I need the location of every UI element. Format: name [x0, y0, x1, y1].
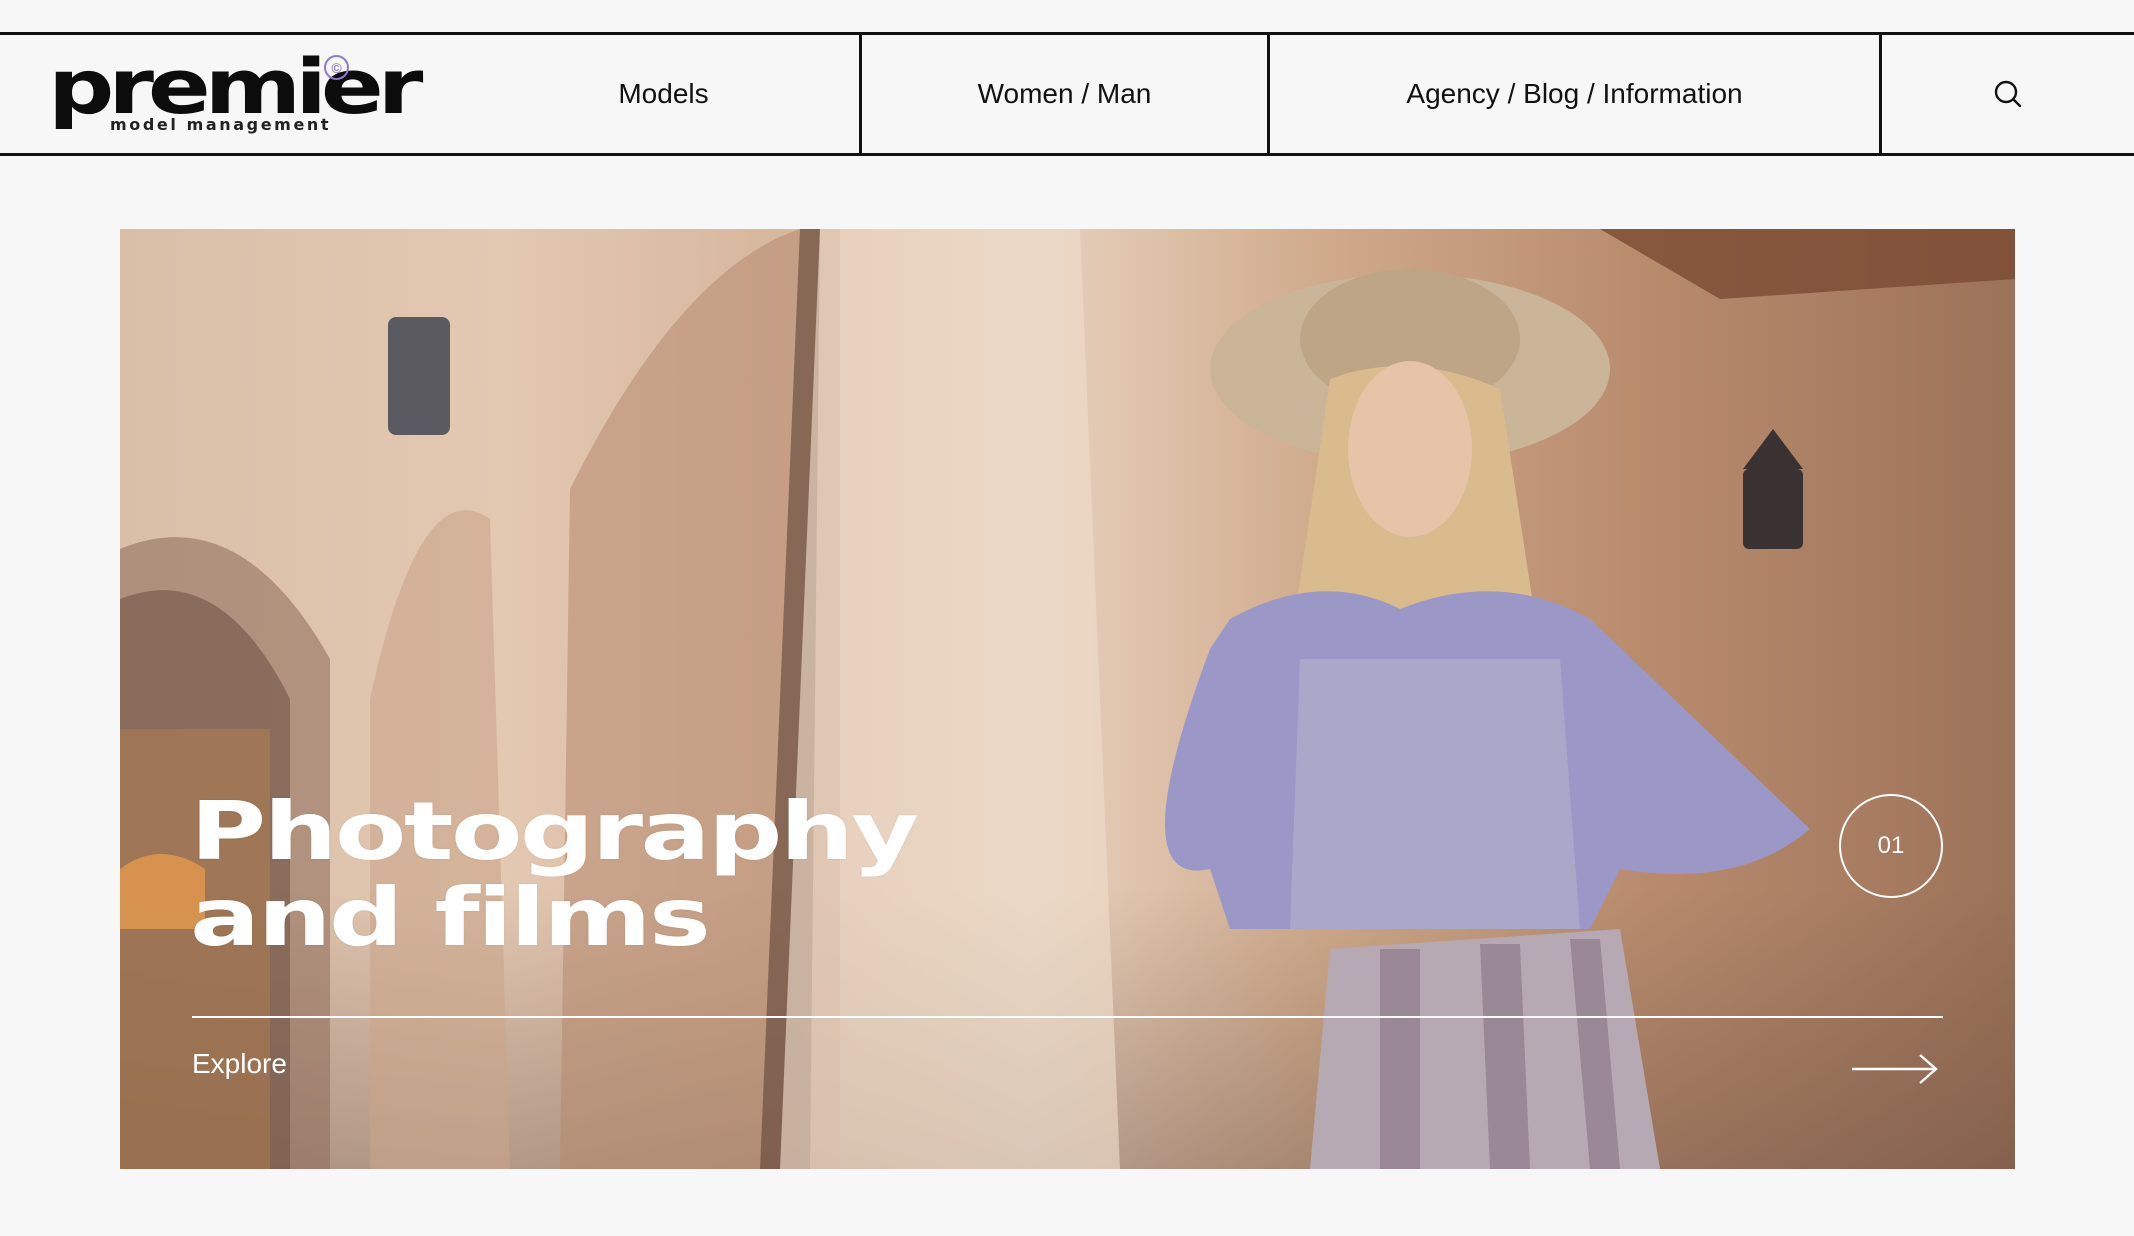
search-icon [1994, 80, 2022, 108]
arrow-right-icon[interactable] [1850, 1049, 1940, 1089]
nav-models[interactable]: Models [468, 35, 862, 153]
logo[interactable]: premier model management © [0, 35, 468, 153]
hero-image [120, 229, 2015, 1169]
hero-banner: Photography and films 01 Explore [120, 229, 2015, 1169]
site-header: premier model management © Models Women … [0, 32, 2134, 156]
logo-wordmark: premier [48, 42, 423, 131]
hero-title-line1: Photography [190, 785, 919, 878]
hero-title-line2: and films [190, 871, 711, 964]
hero-title: Photography and films [190, 785, 919, 964]
hero-divider [192, 1016, 1943, 1018]
search-button[interactable] [1882, 35, 2134, 153]
slide-counter: 01 [1839, 794, 1943, 898]
explore-link[interactable]: Explore [192, 1048, 287, 1080]
nav-women-man[interactable]: Women / Man [862, 35, 1270, 153]
logo-tagline: model management [110, 115, 332, 134]
copyright-icon: © [324, 55, 349, 80]
nav-agency-blog-information[interactable]: Agency / Blog / Information [1270, 35, 1882, 153]
